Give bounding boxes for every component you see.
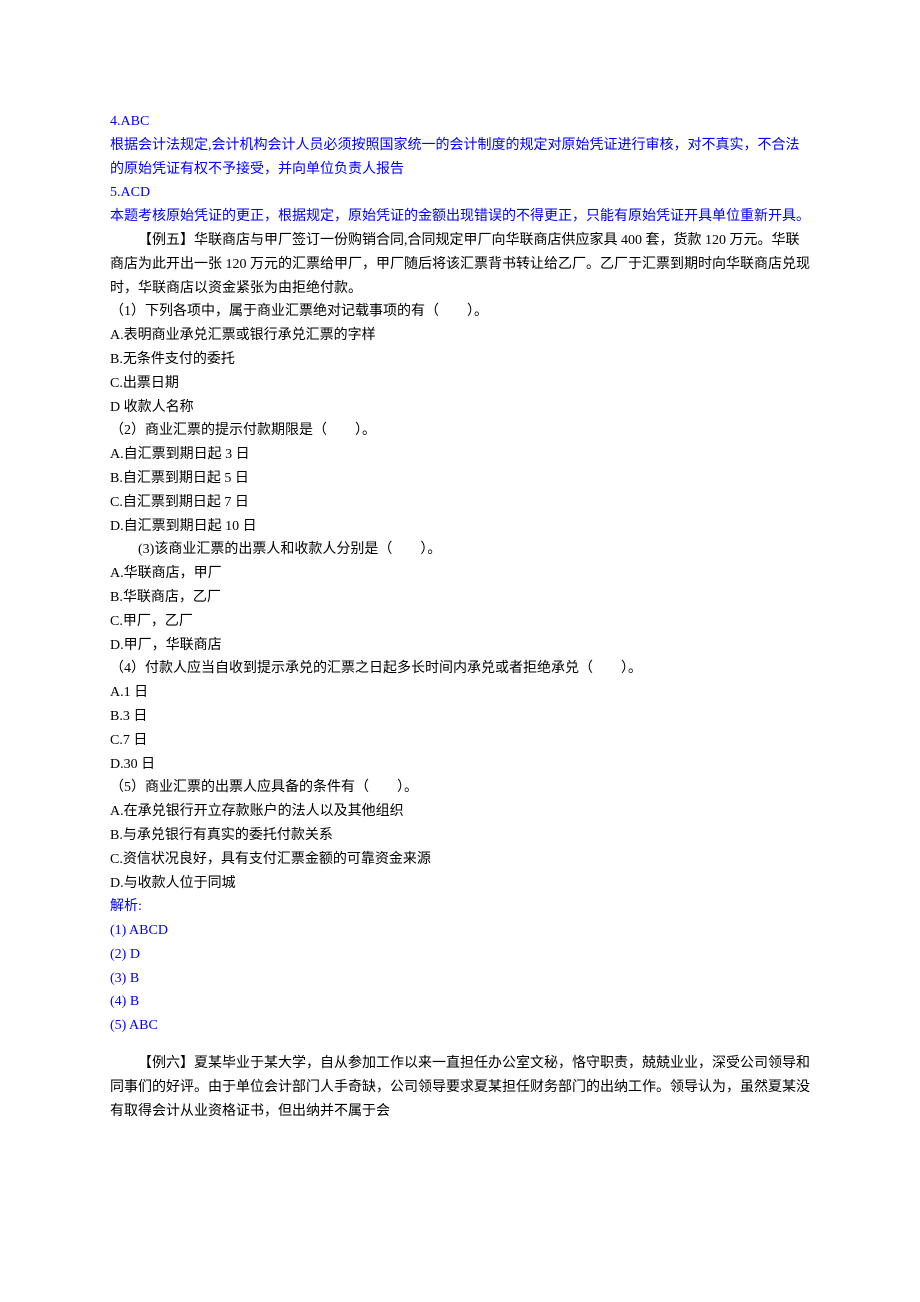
q4-option-d: D.30 日 bbox=[110, 753, 810, 777]
q1-option-d: D 收款人名称 bbox=[110, 396, 810, 420]
q5-stem: （5）商业汇票的出票人应具备的条件有（ ）。 bbox=[110, 776, 810, 800]
q2-option-b: B.自汇票到期日起 5 日 bbox=[110, 467, 810, 491]
q2-option-c: C.自汇票到期日起 7 日 bbox=[110, 491, 810, 515]
q1-option-b: B.无条件支付的委托 bbox=[110, 348, 810, 372]
q2-option-a: A.自汇票到期日起 3 日 bbox=[110, 443, 810, 467]
answer-q4: (4) B bbox=[110, 990, 810, 1014]
q4-option-a: A.1 日 bbox=[110, 681, 810, 705]
answer-5-code: 5.ACD bbox=[110, 181, 810, 205]
q4-stem: （4）付款人应当自收到提示承兑的汇票之日起多长时间内承兑或者拒绝承兑（ ）。 bbox=[110, 657, 810, 681]
q1-option-c: C.出票日期 bbox=[110, 372, 810, 396]
q3-option-b: B.华联商店，乙厂 bbox=[110, 586, 810, 610]
document-page: 4.ABC 根据会计法规定,会计机构会计人员必须按照国家统一的会计制度的规定对原… bbox=[0, 0, 920, 1183]
q5-option-a: A.在承兑银行开立存款账户的法人以及其他组织 bbox=[110, 800, 810, 824]
q3-option-d: D.甲厂，华联商店 bbox=[110, 634, 810, 658]
example-6-intro: 【例六】夏某毕业于某大学，自从参加工作以来一直担任办公室文秘，恪守职责，兢兢业业… bbox=[110, 1052, 810, 1123]
spacer bbox=[110, 1038, 810, 1052]
answer-q2: (2) D bbox=[110, 943, 810, 967]
answer-4-code: 4.ABC bbox=[110, 110, 810, 134]
q3-option-a: A.华联商店，甲厂 bbox=[110, 562, 810, 586]
q1-stem: （1）下列各项中，属于商业汇票绝对记载事项的有（ ）。 bbox=[110, 300, 810, 324]
answer-q1: (1) ABCD bbox=[110, 919, 810, 943]
answer-q5: (5) ABC bbox=[110, 1014, 810, 1038]
q1-option-a: A.表明商业承兑汇票或银行承兑汇票的字样 bbox=[110, 324, 810, 348]
q5-option-c: C.资信状况良好，具有支付汇票金额的可靠资金来源 bbox=[110, 848, 810, 872]
q5-option-b: B.与承兑银行有真实的委托付款关系 bbox=[110, 824, 810, 848]
answers-label: 解析: bbox=[110, 895, 810, 919]
q2-option-d: D.自汇票到期日起 10 日 bbox=[110, 515, 810, 539]
q5-option-d: D.与收款人位于同城 bbox=[110, 872, 810, 896]
answer-5-explain: 本题考核原始凭证的更正，根据规定，原始凭证的金额出现错误的不得更正，只能有原始凭… bbox=[110, 205, 810, 229]
q3-stem: (3)该商业汇票的出票人和收款人分别是（ ）。 bbox=[110, 538, 810, 562]
q2-stem: （2）商业汇票的提示付款期限是（ ）。 bbox=[110, 419, 810, 443]
q4-option-c: C.7 日 bbox=[110, 729, 810, 753]
answer-4-explain: 根据会计法规定,会计机构会计人员必须按照国家统一的会计制度的规定对原始凭证进行审… bbox=[110, 134, 810, 182]
answer-q3: (3) B bbox=[110, 967, 810, 991]
example-5-intro: 【例五】华联商店与甲厂签订一份购销合同,合同规定甲厂向华联商店供应家具 400 … bbox=[110, 229, 810, 300]
q4-option-b: B.3 日 bbox=[110, 705, 810, 729]
q3-option-c: C.甲厂，乙厂 bbox=[110, 610, 810, 634]
